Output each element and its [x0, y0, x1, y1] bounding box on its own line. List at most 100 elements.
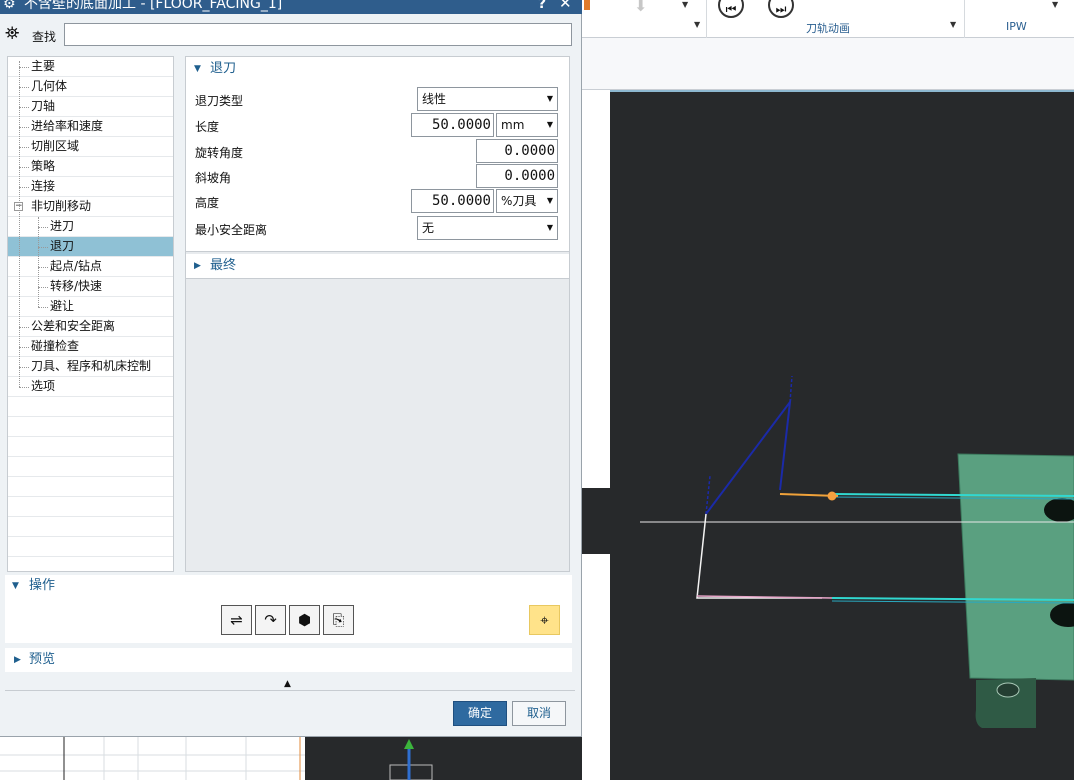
chevron-down-icon: ▼: [194, 64, 201, 74]
caret-down-icon: ▼: [546, 120, 553, 129]
tree-item-label: 非切削移动: [31, 199, 92, 213]
dialog-titlebar[interactable]: ⚙ 不含壁的底面加工 - [FLOOR_FACING_1] ? ✕: [0, 0, 582, 14]
chevron-right-icon: ▶: [194, 261, 201, 271]
tree-item[interactable]: 转移/快速: [8, 277, 173, 297]
animate-forward-icon[interactable]: ⏭: [768, 0, 794, 18]
ribbon-dropdown-3[interactable]: ▼: [950, 20, 956, 29]
navigator-tree[interactable]: 主要 几何体刀轴进给率和速度切削区域 策略连接 − 非切削移动进刀退刀 起点/钻点转移/快…: [7, 56, 174, 577]
retract-type-select[interactable]: 线性 ▼: [417, 87, 558, 111]
tree-item[interactable]: − 非切削移动: [8, 197, 173, 217]
animate-back-icon[interactable]: ⏮: [718, 0, 744, 18]
replay-toolpath-icon[interactable]: ↷: [255, 605, 286, 635]
tree-item-label: 连接: [31, 179, 56, 193]
tree-connector: [19, 187, 29, 188]
tree-item[interactable]: 进给率和速度: [8, 117, 173, 137]
tree-item-label: 转移/快速: [50, 279, 103, 293]
part-body: [957, 453, 1074, 681]
retract-path-blue: [705, 398, 792, 515]
tree-empty-row: [8, 437, 173, 457]
graphics-viewport[interactable]: [582, 90, 1074, 780]
rotation-input[interactable]: 0.0000: [476, 139, 558, 163]
generate-toolpath-icon[interactable]: ⇌: [221, 605, 252, 635]
tree-item[interactable]: 几何体: [8, 77, 173, 97]
tree-empty-row: [8, 517, 173, 537]
tree-item[interactable]: 避让: [8, 297, 173, 317]
tree-item[interactable]: 主要: [8, 57, 173, 77]
dialog-title: 不含壁的底面加工 - [FLOOR_FACING_1]: [24, 0, 283, 12]
tree-item[interactable]: 选项: [8, 377, 173, 397]
tree-item[interactable]: 进刀: [8, 217, 173, 237]
tree-item[interactable]: 公差和安全距离: [8, 317, 173, 337]
tree-empty-row: [8, 477, 173, 497]
ramp-label: 斜坡角: [195, 171, 232, 185]
tree-item[interactable]: 起点/钻点: [8, 257, 173, 277]
retract-type-value: 线性: [422, 92, 447, 106]
tree-item[interactable]: 退刀: [8, 237, 173, 257]
floor-facing-dialog: ⚙ 不含壁的底面加工 - [FLOOR_FACING_1] ? ✕ ⛯ 查找 主…: [0, 0, 582, 737]
display-retract-icon[interactable]: ⌖: [529, 605, 560, 635]
tree-connector: [19, 87, 29, 88]
ribbon-dropdown-4[interactable]: ▼: [1052, 0, 1058, 9]
ribbon-separator: [964, 0, 965, 38]
final-section-title: 最终: [210, 258, 237, 273]
ramp-input[interactable]: 0.0000: [476, 164, 558, 188]
length-label: 长度: [195, 120, 220, 134]
tree-item[interactable]: 策略: [8, 157, 173, 177]
help-icon[interactable]: ?: [538, 0, 546, 11]
ribbon-dropdown-1[interactable]: ▼: [682, 0, 688, 9]
ramp-row: 斜坡角 0.0000: [186, 164, 569, 190]
ribbon-icon-orange[interactable]: [584, 0, 590, 10]
collapse-caret-icon[interactable]: ▲: [284, 679, 291, 689]
chevron-right-icon: ▶: [14, 655, 21, 665]
tree-item-label: 选项: [31, 379, 56, 393]
preview-title: 预览: [29, 652, 56, 667]
tree-connector: [38, 267, 48, 268]
preview-section: ▶ 预览: [5, 648, 572, 672]
ok-button[interactable]: 确定: [453, 701, 507, 726]
ribbon-tab-strip: [582, 38, 1074, 90]
min-clearance-select[interactable]: 无 ▼: [417, 216, 558, 240]
dialog-divider: [5, 690, 575, 691]
verify-toolpath-icon[interactable]: ⬢: [289, 605, 320, 635]
tree-empty-row: [8, 397, 173, 417]
binoculars-icon: ⛯: [5, 23, 20, 44]
length-unit-select[interactable]: mm ▼: [496, 113, 558, 137]
tree-empty-row: [8, 497, 173, 517]
close-icon[interactable]: ✕: [559, 0, 572, 11]
tree-connector: [38, 287, 48, 288]
height-input[interactable]: 50.0000: [411, 189, 494, 213]
list-toolpath-icon[interactable]: ⎘: [323, 605, 354, 635]
tree-item[interactable]: 切削区域: [8, 137, 173, 157]
tree-connector: [19, 387, 29, 388]
retract-point-marker: [827, 491, 837, 501]
operations-title: 操作: [29, 578, 56, 593]
tree-empty-row: [8, 417, 173, 437]
tree-item[interactable]: 连接: [8, 177, 173, 197]
retract-section-body: 退刀类型 线性 ▼ 长度 50.0000 mm ▼ 旋转角度 0.0000 斜坡…: [186, 82, 569, 252]
retract-section-header[interactable]: ▼ 退刀: [186, 57, 569, 82]
toolpath-white: [696, 513, 822, 599]
find-input[interactable]: [64, 23, 572, 46]
ribbon-group-ipw-label: IPW: [1006, 20, 1027, 33]
final-section-header[interactable]: ▶ 最终: [186, 254, 569, 279]
viewport-left-edge: [305, 737, 582, 780]
find-label: 查找: [32, 30, 57, 44]
tree-item-label: 刀轴: [31, 99, 56, 113]
length-input[interactable]: 50.0000: [411, 113, 494, 137]
tree-vertical-connector: [38, 217, 39, 307]
chevron-down-icon: ▼: [12, 581, 19, 591]
tree-item-label: 进给率和速度: [31, 119, 104, 133]
tree-item[interactable]: 刀轴: [8, 97, 173, 117]
retract-section-title: 退刀: [210, 61, 237, 76]
tree-empty-row: [8, 537, 173, 557]
tree-item-label: 避让: [50, 299, 75, 313]
tree-item[interactable]: 碰撞检查: [8, 337, 173, 357]
tree-connector: [19, 327, 29, 328]
height-unit-select[interactable]: %刀具 ▼: [496, 189, 558, 213]
ribbon-arrow-down-icon[interactable]: ⬇: [634, 0, 647, 15]
caret-down-icon: ▼: [546, 196, 553, 205]
tree-item[interactable]: 刀具、程序和机床控制: [8, 357, 173, 377]
tree-item-label: 进刀: [50, 219, 75, 233]
ribbon-dropdown-2[interactable]: ▼: [694, 20, 700, 29]
cancel-button[interactable]: 取消: [512, 701, 566, 726]
